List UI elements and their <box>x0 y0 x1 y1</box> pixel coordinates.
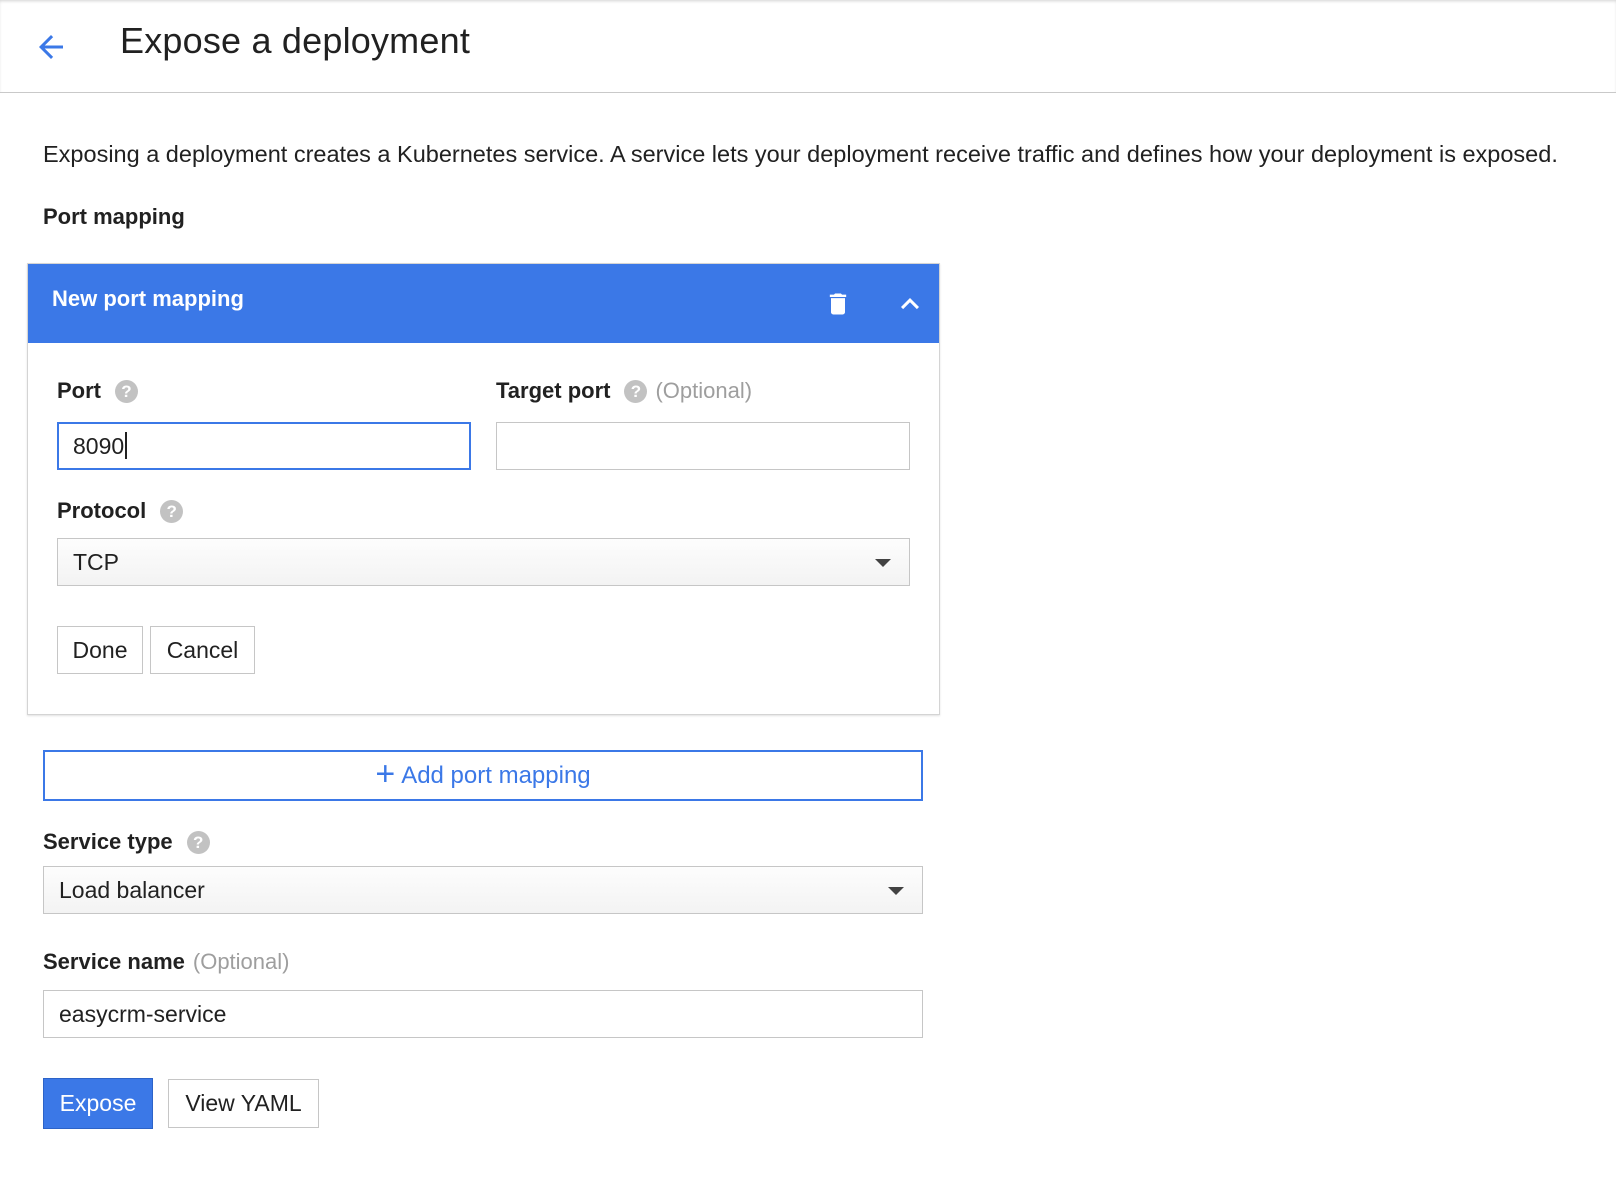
collapse-button[interactable] <box>888 282 932 326</box>
protocol-label: Protocol ? <box>57 498 184 524</box>
optional-hint: (Optional) <box>655 378 753 403</box>
dropdown-arrow-icon <box>888 887 904 895</box>
intro-text: Exposing a deployment creates a Kubernet… <box>43 141 1558 167</box>
service-name-input-value: easycrm-service <box>59 1001 227 1027</box>
port-label-text: Port <box>57 378 101 403</box>
protocol-label-text: Protocol <box>57 498 147 523</box>
panel-title: New port mapping <box>52 286 244 311</box>
service-type-label: Service type ? <box>43 829 210 855</box>
arrow-left-icon <box>39 35 63 59</box>
target-port-label: Target port ? (Optional) <box>496 378 752 404</box>
port-input-value: 8090 <box>73 433 125 459</box>
text-cursor <box>125 432 128 460</box>
help-icon[interactable]: ? <box>186 830 210 854</box>
chevron-up-icon <box>901 298 919 310</box>
port-label: Port ? <box>57 378 138 404</box>
help-icon[interactable]: ? <box>160 499 184 523</box>
dropdown-arrow-icon <box>875 559 891 567</box>
delete-port-mapping-button[interactable] <box>816 282 860 326</box>
service-type-label-text: Service type <box>43 829 173 854</box>
service-name-label: Service name (Optional) <box>43 949 289 975</box>
view-yaml-button[interactable]: View YAML <box>168 1079 319 1128</box>
optional-hint: (Optional) <box>192 949 290 974</box>
port-input[interactable]: 8090 <box>57 422 471 470</box>
port-mapping-panel-header[interactable]: New port mapping <box>28 264 939 343</box>
back-button[interactable] <box>28 24 74 70</box>
protocol-select[interactable]: TCP <box>57 538 910 586</box>
target-port-label-text: Target port <box>496 378 611 403</box>
help-icon[interactable]: ? <box>624 379 648 403</box>
service-type-selected-value: Load balancer <box>59 877 205 903</box>
add-port-mapping-button[interactable]: + Add port mapping <box>43 750 923 801</box>
plus-icon: + <box>375 755 396 793</box>
port-mapping-label: Port mapping <box>43 204 185 229</box>
port-mapping-panel: New port mapping Port ? 8090 Target port… <box>27 263 940 715</box>
done-button[interactable]: Done <box>57 626 143 674</box>
trash-icon <box>829 293 847 315</box>
service-type-select[interactable]: Load balancer <box>43 866 923 914</box>
service-name-label-text: Service name <box>43 949 185 974</box>
add-port-mapping-label: Add port mapping <box>401 761 591 789</box>
cancel-button[interactable]: Cancel <box>150 626 255 674</box>
expose-button[interactable]: Expose <box>43 1078 153 1129</box>
page-title: Expose a deployment <box>120 20 471 61</box>
help-icon[interactable]: ? <box>115 379 138 403</box>
protocol-selected-value: TCP <box>73 549 119 575</box>
service-name-input[interactable]: easycrm-service <box>43 990 923 1038</box>
target-port-input[interactable] <box>496 422 910 470</box>
top-bar: Expose a deployment <box>0 0 1616 93</box>
